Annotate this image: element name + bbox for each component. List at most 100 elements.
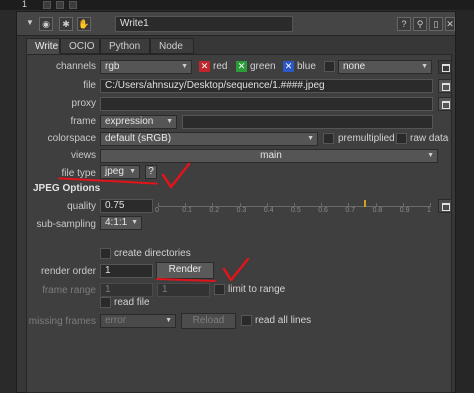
proxy-path-field[interactable] — [100, 97, 433, 111]
sub-sampling-dropdown[interactable]: 4:1:1 ▼ — [100, 216, 142, 230]
slider-tick-label: 0.5 — [291, 207, 301, 214]
folder-icon[interactable] — [438, 79, 452, 93]
premultiplied-checkbox[interactable] — [323, 133, 334, 144]
file-type-help-button[interactable]: ? — [145, 165, 157, 179]
raw-data-label: raw data — [410, 133, 449, 144]
frame-range-end-field[interactable]: 1 — [157, 283, 210, 297]
tab-node[interactable]: Node — [150, 38, 194, 54]
chevron-down-icon: ▼ — [166, 118, 173, 125]
annotation-checkmark-icon — [222, 257, 250, 282]
chevron-down-icon: ▼ — [307, 135, 314, 142]
sub-sampling-label: sub-sampling — [36, 219, 96, 230]
channels-value: rgb — [105, 61, 120, 72]
extra-channel-dropdown[interactable]: none ▼ — [338, 60, 432, 74]
views-value: main — [260, 150, 282, 161]
pane-number: 1 — [22, 0, 28, 9]
views-dropdown[interactable]: main ▼ — [100, 149, 438, 163]
read-file-label: read file — [114, 297, 150, 308]
help-icon[interactable]: ? — [397, 17, 411, 31]
quality-label: quality — [67, 201, 96, 212]
missing-frames-dropdown[interactable]: error ▼ — [100, 314, 176, 328]
channel-box[interactable] — [438, 60, 452, 74]
bug-icon[interactable]: ✱ — [59, 17, 73, 31]
missing-frames-label: missing frames — [28, 316, 96, 327]
alpha-channel-checkbox[interactable] — [324, 61, 335, 72]
blue-channel-label: blue — [297, 61, 316, 72]
toolbar-square-icon[interactable] — [69, 1, 77, 9]
red-channel-checkbox[interactable]: ✕ — [199, 61, 210, 72]
close-icon[interactable]: ✕ — [445, 17, 455, 31]
views-label: views — [70, 150, 96, 161]
read-file-checkbox[interactable] — [100, 297, 111, 308]
slider-tick-label: 0.8 — [372, 207, 383, 214]
raw-data-checkbox[interactable] — [396, 133, 407, 144]
slider-tick-label: 0 — [155, 207, 159, 214]
slider-tick-label: 0.2 — [209, 207, 220, 214]
tab-write[interactable]: Write — [26, 38, 60, 54]
chevron-down-icon: ▼ — [165, 317, 172, 324]
left-gutter — [0, 10, 16, 393]
tab-python[interactable]: Python — [100, 38, 150, 54]
slider-tick-label: 0.7 — [345, 207, 356, 214]
missing-frames-value: error — [105, 315, 127, 326]
hand-icon[interactable]: ✋ — [77, 17, 91, 31]
chevron-down-icon: ▼ — [129, 168, 136, 175]
slider-tick-label: 0.6 — [318, 207, 328, 214]
slider-tick-label: 0.1 — [182, 207, 192, 214]
folder-icon[interactable] — [438, 97, 452, 111]
slider-tick-label: 1 — [427, 207, 431, 214]
top-toolbar: 1 — [0, 0, 474, 10]
toolbar-square-icon[interactable] — [56, 1, 64, 9]
toolbar-square-icon[interactable] — [43, 1, 51, 9]
sub-sampling-value: 4:1:1 — [105, 217, 128, 228]
node-name-field[interactable]: Write1 — [115, 16, 293, 32]
chevron-down-icon: ▼ — [131, 219, 138, 226]
blue-channel-checkbox[interactable]: ✕ — [283, 61, 294, 72]
center-icon[interactable]: ⚲ — [413, 17, 427, 31]
create-directories-checkbox[interactable] — [100, 248, 111, 259]
quality-field[interactable]: 0.75 — [100, 199, 153, 213]
annotation-checkmark-icon — [161, 162, 191, 189]
colorspace-dropdown[interactable]: default (sRGB) ▼ — [100, 132, 318, 146]
extra-channel-value: none — [343, 61, 366, 72]
float-icon[interactable]: ▯ — [429, 17, 443, 31]
slider-tick-label: 0.9 — [399, 207, 410, 214]
channels-dropdown[interactable]: rgb ▼ — [100, 60, 192, 74]
file-label: file — [83, 80, 96, 91]
green-channel-label: green — [250, 61, 276, 72]
collapse-triangle-icon[interactable]: ▼ — [23, 17, 37, 31]
file-type-value: jpeg — [105, 166, 124, 177]
proxy-label: proxy — [71, 98, 96, 109]
green-channel-checkbox[interactable]: ✕ — [236, 61, 247, 72]
render-order-field[interactable]: 1 — [100, 264, 153, 278]
read-all-lines-checkbox[interactable] — [241, 315, 252, 326]
node-settings-icon[interactable]: ◉ — [39, 17, 53, 31]
node-header: ▼ ◉ ✱ ✋ Write1 ? ⚲ ▯ ✕ — [17, 12, 455, 36]
slider-handle[interactable] — [364, 200, 366, 207]
file-path-field[interactable]: C:/Users/ahnsuzy/Desktop/sequence/1.####… — [100, 79, 433, 93]
slider-tick-label: 0.3 — [236, 207, 247, 214]
frame-range-start-field[interactable]: 1 — [100, 283, 153, 297]
render-order-label: render order — [40, 266, 96, 277]
right-scrollbar[interactable] — [456, 10, 474, 393]
colorspace-value: default (sRGB) — [105, 133, 172, 144]
limit-to-range-checkbox[interactable] — [214, 284, 225, 295]
slider-tick-label: 0.4 — [263, 207, 274, 214]
create-directories-label: create directories — [114, 248, 191, 259]
colorspace-label: colorspace — [47, 133, 96, 144]
chevron-down-icon: ▼ — [421, 63, 428, 70]
reload-button[interactable]: Reload — [181, 313, 236, 329]
chevron-down-icon: ▼ — [181, 63, 188, 70]
frame-expression-field[interactable] — [182, 115, 433, 129]
frame-range-label: frame range — [42, 285, 96, 296]
chevron-down-icon: ▼ — [427, 152, 434, 159]
curve-icon[interactable] — [438, 199, 452, 213]
render-button[interactable]: Render — [156, 262, 214, 279]
tab-ocio[interactable]: OCIO — [60, 38, 100, 54]
frame-mode-dropdown[interactable]: expression ▼ — [100, 115, 177, 129]
file-type-dropdown[interactable]: jpeg ▼ — [100, 165, 140, 179]
jpeg-options-heading: JPEG Options — [33, 183, 101, 194]
red-channel-label: red — [213, 61, 228, 72]
channels-label: channels — [55, 61, 96, 72]
frame-mode-value: expression — [105, 116, 154, 127]
